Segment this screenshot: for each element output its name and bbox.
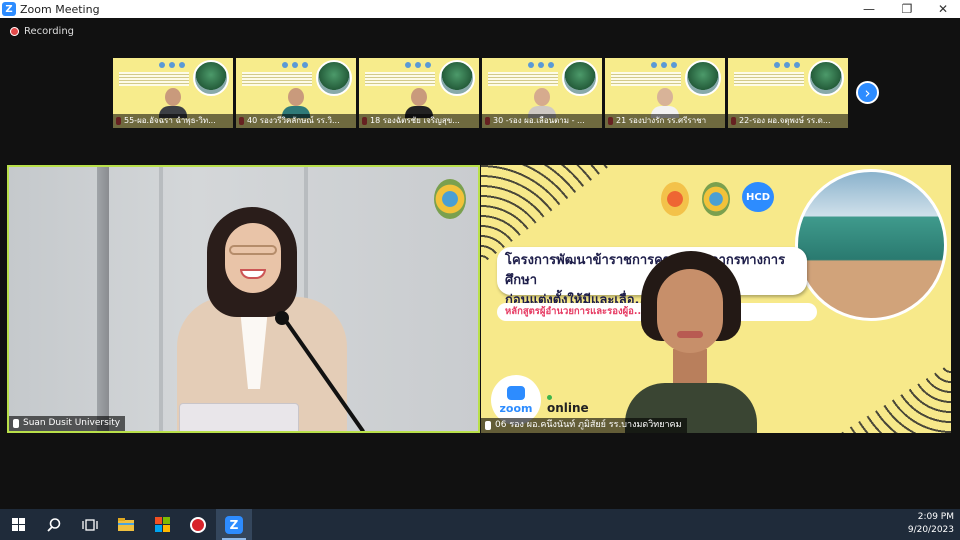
app-red-icon[interactable] <box>180 509 216 540</box>
zoom-label: zoom <box>499 401 533 415</box>
mic-icon <box>485 421 491 430</box>
system-clock[interactable]: 2:09 PM 9/20/2023 <box>908 511 954 537</box>
chevron-right-icon: › <box>864 83 871 102</box>
building-photo <box>795 169 947 321</box>
recording-indicator[interactable]: Recording <box>10 26 74 37</box>
ministry-logo-icon <box>661 182 689 216</box>
camera-icon <box>507 385 525 400</box>
search-icon[interactable] <box>36 509 72 540</box>
task-view-icon[interactable] <box>72 509 108 540</box>
title-bar: Z Zoom Meeting — ❐ ✕ <box>0 0 960 18</box>
file-explorer-icon[interactable] <box>108 509 144 540</box>
participant-name: 55-ผอ.อัจฉรา ฉำพุธ-วิท... <box>113 114 233 128</box>
participant-name: 06 รอง ผอ.คนึงนันท์ ภูมิสัยย์ รร.บางมดวิ… <box>495 420 682 430</box>
store-icon[interactable] <box>144 509 180 540</box>
participant-thumbnail[interactable]: 18 รองฉัตรชัย เจริญสุข... <box>359 58 479 128</box>
zoom-taskbar-icon[interactable]: Z <box>216 509 252 540</box>
minimize-button[interactable]: — <box>852 0 886 18</box>
participant-thumbnail[interactable]: 55-ผอ.อัจฉรา ฉำพุธ-วิท... <box>113 58 233 128</box>
participant-name: Suan Dusit University <box>23 418 121 428</box>
recording-label: Recording <box>24 26 75 37</box>
speaker-figure <box>167 207 357 431</box>
hcd-logo-icon: HCD <box>742 182 774 212</box>
gallery-strip: 55-ผอ.อัจฉรา ฉำพุธ-วิท... 40 รองวรีวิคลั… <box>113 58 848 128</box>
participant-thumbnail[interactable]: 30 -รอง ผอ.เลือนตาม - ... <box>482 58 602 128</box>
participant-thumbnail[interactable]: 22-รอง ผอ.จตุพงษ์ รร.ด... <box>728 58 848 128</box>
online-dot-icon <box>547 395 552 400</box>
maximize-button[interactable]: ❐ <box>890 0 924 18</box>
participant-figure <box>625 251 757 433</box>
next-page-button[interactable]: › <box>856 81 879 104</box>
speaker-video-tile[interactable]: Suan Dusit University <box>7 165 480 433</box>
participant-video-tile[interactable]: HCD โครงการพัฒนาข้าราชการครู ... บุคลากร… <box>481 165 951 433</box>
windows-start-icon[interactable] <box>0 509 36 540</box>
participant-name: 40 รองวรีวิคลักษณ์ รร.วิ... <box>236 114 356 128</box>
clock-time: 2:09 PM <box>917 512 954 522</box>
participant-thumbnail[interactable]: 40 รองวรีวิคลักษณ์ รร.วิ... <box>236 58 356 128</box>
clock-date: 9/20/2023 <box>907 525 954 535</box>
laptop <box>179 403 299 431</box>
participant-name-tag: 06 รอง ผอ.คนึงนันท์ ภูมิสัยย์ รร.บางมดวิ… <box>481 418 687 433</box>
participant-thumbnail[interactable]: 21 รองปางรัก รร.ศรีราชา <box>605 58 725 128</box>
university-seal-icon <box>702 182 730 216</box>
participant-name: 22-รอง ผอ.จตุพงษ์ รร.ด... <box>728 114 848 128</box>
close-button[interactable]: ✕ <box>926 0 960 18</box>
participant-name: 21 รองปางรัก รร.ศรีราชา <box>605 114 725 128</box>
taskbar: Z <box>0 509 960 540</box>
record-icon <box>10 27 19 36</box>
zoom-icon: Z <box>2 2 16 16</box>
university-seal-icon <box>434 179 466 219</box>
mic-icon <box>13 419 19 428</box>
participant-name-tag: Suan Dusit University <box>9 416 126 431</box>
window-title: Zoom Meeting <box>20 2 100 16</box>
participant-name: 18 รองฉัตรชัย เจริญสุข... <box>359 114 479 128</box>
online-label: online <box>547 401 589 415</box>
participant-name: 30 -รอง ผอ.เลือนตาม - ... <box>482 114 602 128</box>
